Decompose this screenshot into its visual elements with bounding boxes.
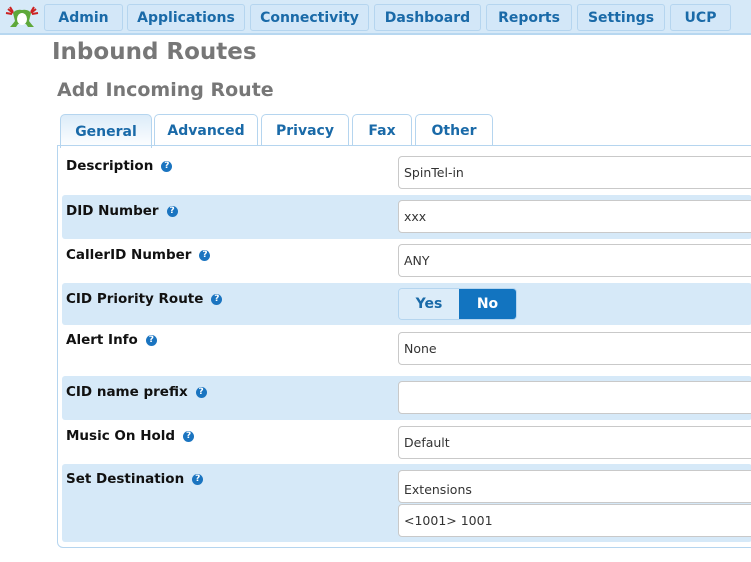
tab-other[interactable]: Other <box>415 114 493 146</box>
top-navbar: Admin Applications Connectivity Dashboar… <box>0 0 751 35</box>
cid-priority-yes-option[interactable]: Yes <box>399 289 459 319</box>
did-number-input[interactable]: xxx <box>398 200 751 233</box>
nav-connectivity[interactable]: Connectivity <box>250 4 369 31</box>
callerid-number-label: CallerID Number <box>66 247 192 263</box>
help-icon[interactable]: ? <box>183 430 195 442</box>
help-icon[interactable]: ? <box>211 293 223 305</box>
cid-name-prefix-input[interactable] <box>398 381 751 414</box>
nav-admin[interactable]: Admin <box>44 4 123 31</box>
help-icon[interactable]: ? <box>145 334 157 346</box>
cid-name-prefix-label: CID name prefix <box>66 384 188 400</box>
description-label: Description <box>66 158 154 174</box>
tab-fax[interactable]: Fax <box>352 114 412 146</box>
nav-settings[interactable]: Settings <box>577 4 665 31</box>
did-number-label: DID Number <box>66 203 159 219</box>
cid-priority-no-option[interactable]: No <box>459 289 516 319</box>
page-title: Inbound Routes <box>52 39 257 65</box>
cid-priority-route-toggle: Yes No <box>398 288 517 320</box>
tab-general[interactable]: General <box>60 114 152 148</box>
section-title: Add Incoming Route <box>57 79 274 101</box>
help-icon[interactable]: ? <box>161 160 173 172</box>
description-input[interactable]: SpinTel-in <box>398 156 751 189</box>
music-on-hold-label: Music On Hold <box>66 428 176 444</box>
help-icon[interactable]: ? <box>166 205 178 217</box>
callerid-number-input[interactable]: ANY <box>398 244 751 277</box>
alert-info-label: Alert Info <box>66 332 138 348</box>
nav-ucp[interactable]: UCP <box>670 4 731 31</box>
nav-reports[interactable]: Reports <box>486 4 572 31</box>
help-icon[interactable]: ? <box>195 386 207 398</box>
tab-privacy[interactable]: Privacy <box>261 114 349 146</box>
frog-logo-icon[interactable] <box>4 5 40 31</box>
help-icon[interactable]: ? <box>199 249 211 261</box>
nav-dashboard[interactable]: Dashboard <box>374 4 481 31</box>
destination-category-select[interactable]: Extensions <box>398 470 751 503</box>
nav-applications[interactable]: Applications <box>127 4 245 31</box>
set-destination-label: Set Destination <box>66 471 185 487</box>
music-on-hold-select[interactable]: Default <box>398 426 751 459</box>
tab-advanced[interactable]: Advanced <box>154 114 258 146</box>
cid-priority-route-label: CID Priority Route <box>66 291 204 307</box>
destination-target-select[interactable]: <1001> 1001 <box>398 504 751 537</box>
help-icon[interactable]: ? <box>192 473 204 485</box>
alert-info-input[interactable]: None <box>398 332 751 365</box>
